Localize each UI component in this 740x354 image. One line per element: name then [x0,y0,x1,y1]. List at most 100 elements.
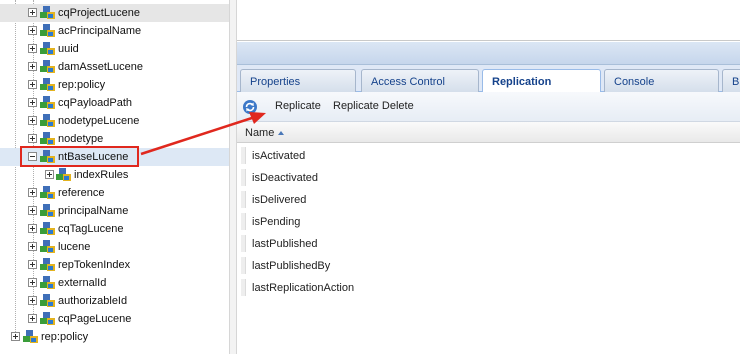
repository-tree: cqProjectLucene acPrincipalName uuid dam… [0,0,229,354]
node-icon [40,6,55,19]
node-icon [40,312,55,325]
tree-node[interactable]: principalName [0,202,229,220]
tab-label: B [732,76,740,88]
row-marker [241,213,246,230]
node-icon [40,276,55,289]
column-header-name[interactable]: Name [245,127,274,139]
tree-node[interactable]: reference [0,184,229,202]
tree-node-label: cqPageLucene [58,313,132,325]
expand-icon[interactable] [28,224,37,233]
node-icon [40,222,55,235]
grid-row[interactable]: lastReplicationAction [241,277,740,297]
tab-label: Replication [492,76,552,88]
grid-row[interactable]: lastPublished [241,233,740,253]
tree-node[interactable]: indexRules [0,166,229,184]
expand-icon[interactable] [28,134,37,143]
tab-properties[interactable]: Properties [240,69,356,92]
expand-icon[interactable] [28,98,37,107]
tree-node[interactable]: authorizableId [0,292,229,310]
expand-icon[interactable] [28,260,37,269]
node-icon [40,42,55,55]
tab-label: Properties [250,76,301,88]
node-icon [23,330,38,343]
panel-splitter[interactable] [229,0,237,354]
row-marker [241,235,246,252]
expand-icon[interactable] [45,170,54,179]
sort-ascending-icon [278,131,284,135]
refresh-icon[interactable] [242,99,258,115]
expand-icon[interactable] [28,116,37,125]
expand-icon[interactable] [28,314,37,323]
row-marker [241,279,246,296]
node-icon [40,240,55,253]
grid-column-header[interactable]: Name [237,122,740,143]
tab-overflow[interactable]: B [722,69,740,92]
tree-node[interactable]: cqProjectLucene [0,4,229,22]
expand-icon[interactable] [28,8,37,17]
tree-node-label: externalId [58,277,107,289]
expand-icon[interactable] [28,296,37,305]
tab-strip: Properties Access Control Replication Co… [237,65,740,93]
grid-row[interactable]: isPending [241,211,740,231]
tree-node[interactable]: nodetypeLucene [0,112,229,130]
tree-node-label: principalName [58,205,129,217]
expand-icon[interactable] [28,26,37,35]
expand-icon[interactable] [28,278,37,287]
row-marker [241,191,246,208]
expand-icon[interactable] [28,44,37,53]
tree-node[interactable]: uuid [0,40,229,58]
expand-icon[interactable] [28,188,37,197]
tree-node-label: damAssetLucene [58,61,143,73]
node-icon [40,132,55,145]
tree-node[interactable]: damAssetLucene [0,58,229,76]
replication-toolbar: Replicate Replicate Delete [237,92,740,122]
annotation-highlight-box [20,146,139,167]
grid-row[interactable]: isActivated [241,145,740,165]
expand-icon[interactable] [28,206,37,215]
tree-node[interactable]: cqTagLucene [0,220,229,238]
expand-icon[interactable] [28,242,37,251]
tree-node-label: nodetypeLucene [58,115,140,127]
tree-node[interactable]: externalId [0,274,229,292]
tab-label: Console [614,76,655,88]
node-icon [40,114,55,127]
tree-node-label: indexRules [74,169,129,181]
node-icon [40,96,55,109]
grid-row[interactable]: isDeactivated [241,167,740,187]
tree-node-label: cqPayloadPath [58,97,132,109]
tab-replication[interactable]: Replication [482,69,601,93]
tab-label: Access Control [371,76,445,88]
replicate-button[interactable]: Replicate [275,100,321,112]
tree-node[interactable]: cqPageLucene [0,310,229,328]
tree-node-label: repTokenIndex [58,259,131,271]
tree-node-label: cqTagLucene [58,223,124,235]
node-icon [40,78,55,91]
tree-node[interactable]: lucene [0,238,229,256]
tree-node-label: authorizableId [58,295,128,307]
expand-icon[interactable] [28,80,37,89]
tree-node[interactable]: acPrincipalName [0,22,229,40]
grid-cell: isDelivered [252,194,307,206]
tree-node[interactable]: rep:policy [0,328,229,346]
replicate-delete-button[interactable]: Replicate Delete [333,100,414,112]
grid-row[interactable]: isDelivered [241,189,740,209]
tree-node-label: nodetype [58,133,104,145]
tree-node[interactable]: cqPayloadPath [0,94,229,112]
panel-header [237,42,740,65]
tree-node-label: acPrincipalName [58,25,142,37]
tree-node-label: uuid [58,43,79,55]
tree-node[interactable]: rep:policy [0,76,229,94]
tree-node[interactable]: repTokenIndex [0,256,229,274]
tab-access-control[interactable]: Access Control [361,69,479,92]
grid-row[interactable]: lastPublishedBy [241,255,740,275]
row-marker [241,147,246,164]
properties-grid: isActivated isDeactivated isDelivered is… [237,143,740,354]
expand-icon[interactable] [11,332,20,341]
upper-panel [237,0,740,41]
tree-node-label: rep:policy [58,79,106,91]
expand-icon[interactable] [28,62,37,71]
node-icon [40,186,55,199]
node-icon [40,258,55,271]
tab-console[interactable]: Console [604,69,719,92]
grid-cell: lastPublishedBy [252,260,331,272]
